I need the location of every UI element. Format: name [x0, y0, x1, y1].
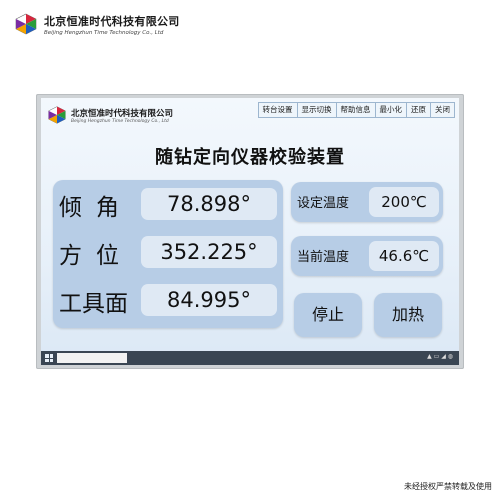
reading-value: 84.995° — [141, 284, 277, 316]
current-temperature-panel: 当前温度 46.6℃ — [291, 236, 443, 276]
reading-row-toolface: 工具面 84.995° — [53, 280, 283, 320]
menu-close[interactable]: 关闭 — [430, 102, 455, 118]
stop-button[interactable]: 停止 — [294, 293, 362, 337]
reading-label: 倾角 — [59, 195, 133, 221]
heat-button[interactable]: 加热 — [374, 293, 442, 337]
app-company-en: Beijing Hengzhun Time Technology Co., Lt… — [71, 118, 169, 124]
system-tray: ▲ ▭ ◢ ◍ — [427, 353, 453, 360]
readings-panel: 倾角 78.898° 方位 352.225° 工具面 84.995° — [53, 180, 283, 328]
reading-row-inclination: 倾角 78.898° — [53, 184, 283, 224]
brand-header: 北京恒准时代科技有限公司 Beijing Hengzhun Time Techn… — [14, 8, 180, 40]
brand-name-cn: 北京恒准时代科技有限公司 — [44, 14, 180, 28]
current-temperature-label: 当前温度 — [297, 250, 350, 265]
page-title: 随钻定向仪器校验装置 — [155, 147, 345, 168]
reading-label: 工具面 — [59, 291, 128, 317]
reading-value: 352.225° — [141, 236, 277, 268]
current-temperature-value: 46.6℃ — [369, 241, 439, 271]
company-logo-icon — [48, 106, 66, 124]
set-temperature-label: 设定温度 — [297, 196, 350, 211]
reading-value: 78.898° — [141, 188, 277, 220]
reading-row-azimuth: 方位 352.225° — [53, 232, 283, 272]
copyright-notice: 未经授权严禁转载及使用 — [404, 482, 492, 491]
menu-display-switch[interactable]: 显示切换 — [296, 102, 337, 118]
top-menu: 转台设置 显示切换 帮助信息 最小化 还原 关闭 — [257, 102, 455, 118]
reading-label: 方位 — [59, 243, 133, 269]
taskbar: ▲ ▭ ◢ ◍ — [41, 351, 459, 365]
windows-start-icon[interactable] — [45, 354, 53, 362]
menu-restore[interactable]: 还原 — [406, 102, 431, 118]
menu-minimize[interactable]: 最小化 — [374, 102, 407, 118]
taskbar-search-input[interactable] — [57, 353, 127, 363]
menu-turntable-settings[interactable]: 转台设置 — [257, 102, 298, 118]
set-temperature-value[interactable]: 200℃ — [369, 187, 439, 217]
company-logo-icon — [15, 13, 37, 35]
app-logo: 北京恒准时代科技有限公司 Beijing Hengzhun Time Techn… — [47, 105, 173, 125]
app-company-cn: 北京恒准时代科技有限公司 — [71, 108, 174, 119]
brand-name-en: Beijing Hengzhun Time Technology Co., Lt… — [44, 29, 164, 36]
menu-help[interactable]: 帮助信息 — [335, 102, 376, 118]
set-temperature-panel: 设定温度 200℃ — [291, 182, 443, 222]
app-screen: 北京恒准时代科技有限公司 Beijing Hengzhun Time Techn… — [41, 98, 459, 365]
